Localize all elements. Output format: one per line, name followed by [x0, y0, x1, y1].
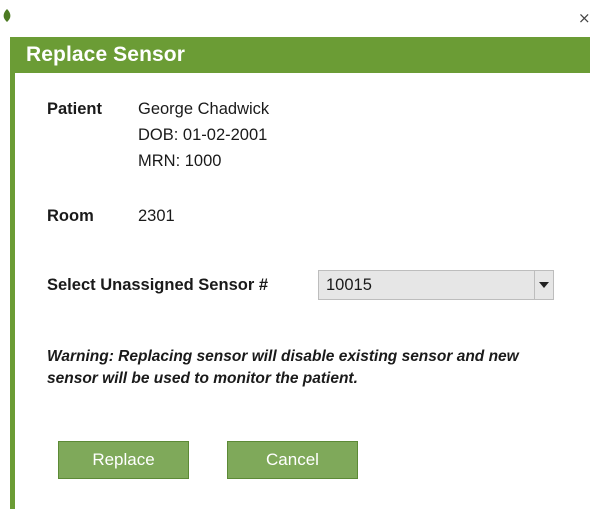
sensor-label: Select Unassigned Sensor #	[47, 276, 269, 294]
patient-mrn: MRN: 1000	[138, 152, 222, 170]
cancel-button[interactable]: Cancel	[227, 441, 358, 479]
accent-stripe	[10, 73, 15, 509]
dialog-title: Replace Sensor	[26, 43, 185, 66]
patient-name: George Chadwick	[138, 100, 270, 118]
title-bar: ×	[0, 0, 590, 37]
leaf-icon	[2, 9, 12, 22]
replace-button[interactable]: Replace	[58, 441, 189, 479]
patient-label: Patient	[47, 100, 103, 118]
sensor-select[interactable]: 10015	[318, 270, 554, 300]
warning-text: Warning: Replacing sensor will disable e…	[47, 348, 519, 387]
replace-sensor-window: × Replace Sensor Patient George Chadwick…	[0, 0, 590, 509]
sensor-select-value: 10015	[326, 276, 372, 294]
chevron-down-icon[interactable]	[534, 271, 553, 299]
close-icon[interactable]: ×	[578, 10, 590, 26]
dialog-header: Replace Sensor	[10, 37, 590, 73]
room-value: 2301	[138, 207, 175, 225]
room-label: Room	[47, 207, 94, 225]
patient-dob: DOB: 01-02-2001	[138, 126, 268, 144]
